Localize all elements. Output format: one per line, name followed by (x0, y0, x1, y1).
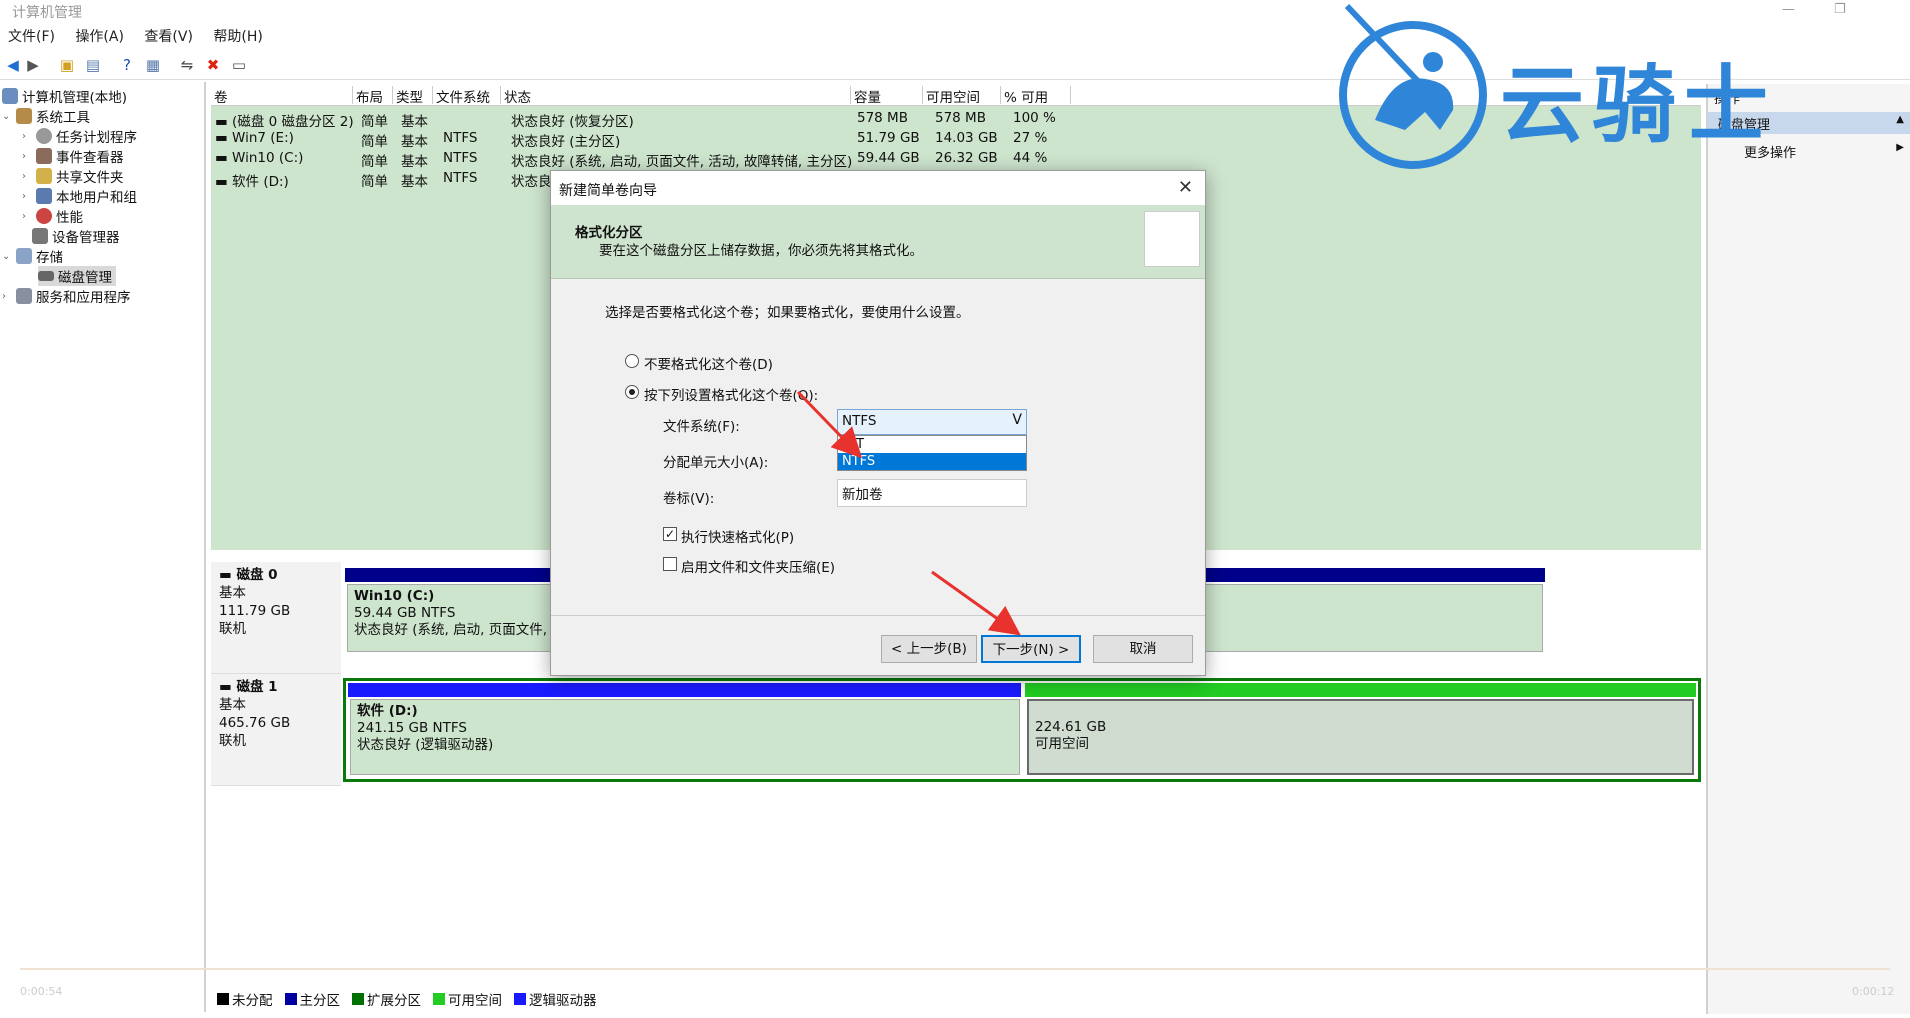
video-time-right: 0:00:12 (1852, 985, 1895, 998)
annotation-arrows (796, 390, 1021, 636)
arrow-to-next (931, 570, 1021, 636)
video-progress-bar[interactable] (20, 968, 1890, 970)
video-time-left: 0:00:54 (20, 985, 63, 998)
arrow-to-ntfs (796, 390, 863, 459)
